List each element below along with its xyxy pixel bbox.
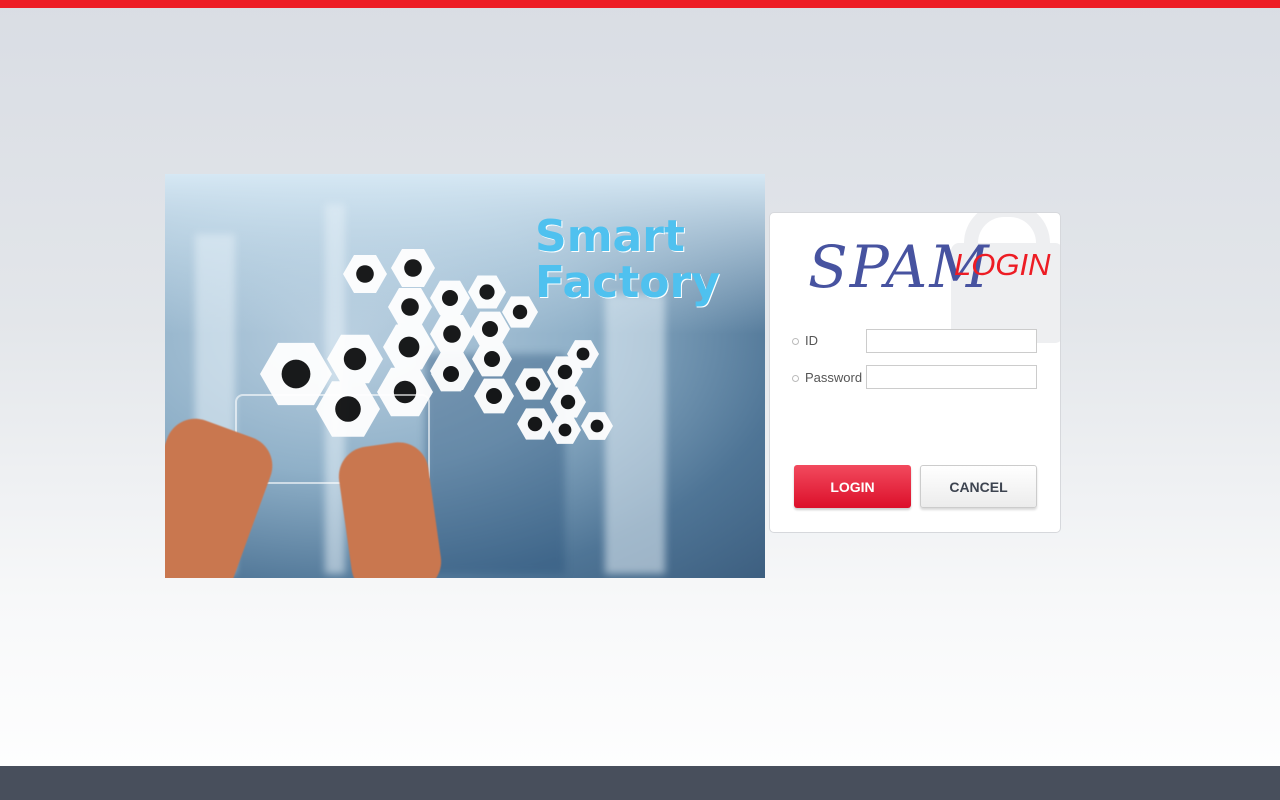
hexagon-glyph bbox=[281, 359, 311, 389]
hexagon-glyph bbox=[343, 347, 367, 371]
hexagon-glyph bbox=[486, 388, 502, 404]
hexagon-glyph bbox=[560, 394, 576, 410]
hexagon-glyph bbox=[404, 259, 422, 277]
footer-bar bbox=[0, 766, 1280, 800]
smart-factory-banner: Smart Factory bbox=[165, 174, 765, 578]
hexagon-glyph bbox=[401, 298, 419, 316]
hexagon-glyph bbox=[512, 304, 528, 320]
login-button[interactable]: LOGIN bbox=[794, 465, 911, 508]
hexagon-glyph bbox=[590, 419, 604, 433]
id-label: ID bbox=[792, 333, 818, 348]
login-panel: SPAM LOGIN ID Password LOGIN CANCEL bbox=[769, 212, 1061, 533]
hexagon-glyph bbox=[356, 265, 374, 283]
hexagon-glyph bbox=[527, 416, 543, 432]
hexagon-glyph bbox=[482, 321, 498, 337]
logo-suffix: LOGIN bbox=[954, 247, 1051, 282]
hexagon-glyph bbox=[557, 364, 573, 380]
hexagon-glyph bbox=[442, 290, 458, 306]
hexagon-glyph bbox=[576, 347, 590, 361]
hexagon-glyph bbox=[398, 336, 420, 358]
hexagon-glyph bbox=[484, 351, 500, 367]
hexagon-glyph bbox=[443, 325, 461, 343]
top-accent-bar bbox=[0, 0, 1280, 8]
cancel-button[interactable]: CANCEL bbox=[920, 465, 1037, 508]
hexagon-glyph bbox=[525, 376, 541, 392]
hexagon-glyph bbox=[479, 284, 495, 300]
password-label: Password bbox=[792, 370, 862, 385]
id-input[interactable] bbox=[866, 329, 1037, 353]
password-input[interactable] bbox=[866, 365, 1037, 389]
hexagon-glyph bbox=[558, 423, 572, 437]
hexagon-glyph bbox=[443, 366, 459, 382]
banner-title: Smart Factory bbox=[535, 211, 720, 308]
